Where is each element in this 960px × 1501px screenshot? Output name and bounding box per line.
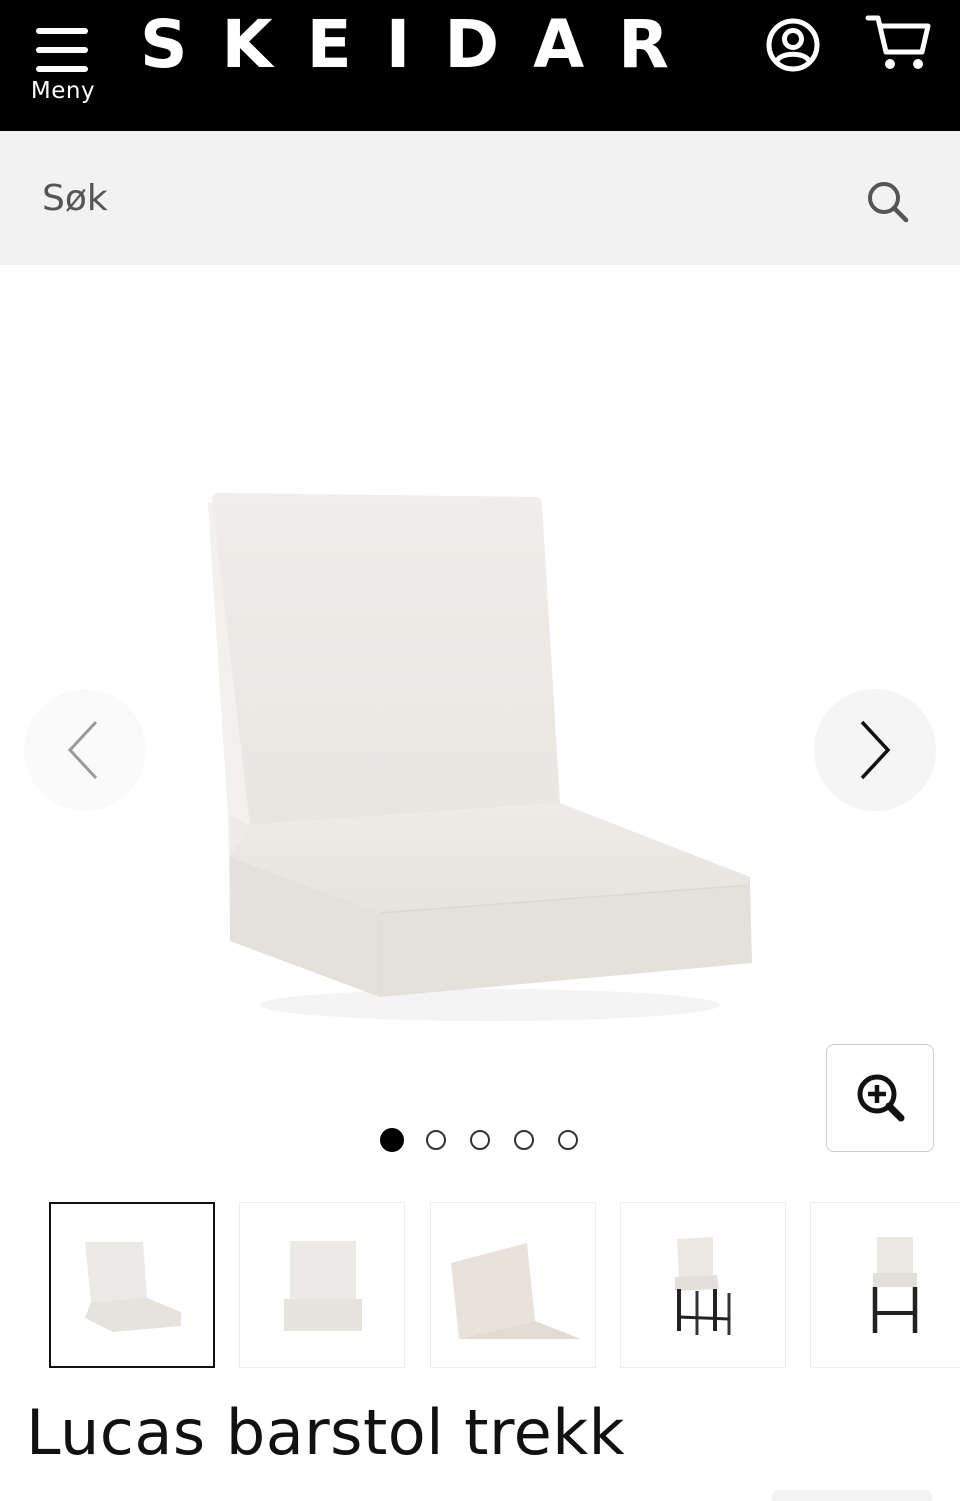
thumbnail-4[interactable] [620,1202,786,1368]
product-gallery [0,265,960,1185]
site-header: Meny SKEIDAR [0,0,960,131]
thumbnail-image [675,1237,731,1335]
hamburger-icon [36,28,88,72]
search-bar [0,131,960,265]
thumbnail-image [451,1243,581,1339]
zoom-button[interactable] [826,1044,934,1152]
account-button[interactable] [764,16,822,74]
bottom-edge-element [772,1490,932,1501]
gallery-pagination [380,1128,590,1154]
account-icon [766,18,820,72]
chevron-left-icon [67,720,98,780]
thumbnail-2[interactable] [239,1202,405,1368]
menu-label: Meny [30,78,96,104]
product-main-image[interactable] [190,485,770,1055]
menu-button[interactable]: Meny [26,14,100,114]
next-image-button[interactable] [814,689,936,811]
thumbnail-image [85,1242,181,1332]
cart-button[interactable] [864,12,934,74]
previous-image-button[interactable] [24,689,146,811]
thumbnail-1[interactable] [49,1202,215,1368]
pagination-dot-5[interactable] [558,1130,578,1150]
product-title: Lucas barstol trekk [26,1396,626,1469]
pagination-dot-3[interactable] [470,1130,490,1150]
chevron-right-icon [860,720,891,780]
pagination-dot-2[interactable] [426,1130,446,1150]
cart-icon [865,15,931,69]
search-icon [868,182,909,223]
search-input[interactable] [40,161,824,235]
pagination-dot-1[interactable] [380,1128,404,1152]
search-button[interactable] [862,176,914,228]
thumbnail-image [872,1237,918,1333]
thumbnail-5[interactable] [810,1202,960,1368]
thumbnail-strip [0,1202,960,1368]
thumbnail-3[interactable] [430,1202,596,1368]
pagination-dot-4[interactable] [514,1130,534,1150]
thumbnail-image [284,1241,362,1331]
zoom-in-icon [857,1074,905,1122]
site-logo[interactable]: SKEIDAR [140,10,703,80]
